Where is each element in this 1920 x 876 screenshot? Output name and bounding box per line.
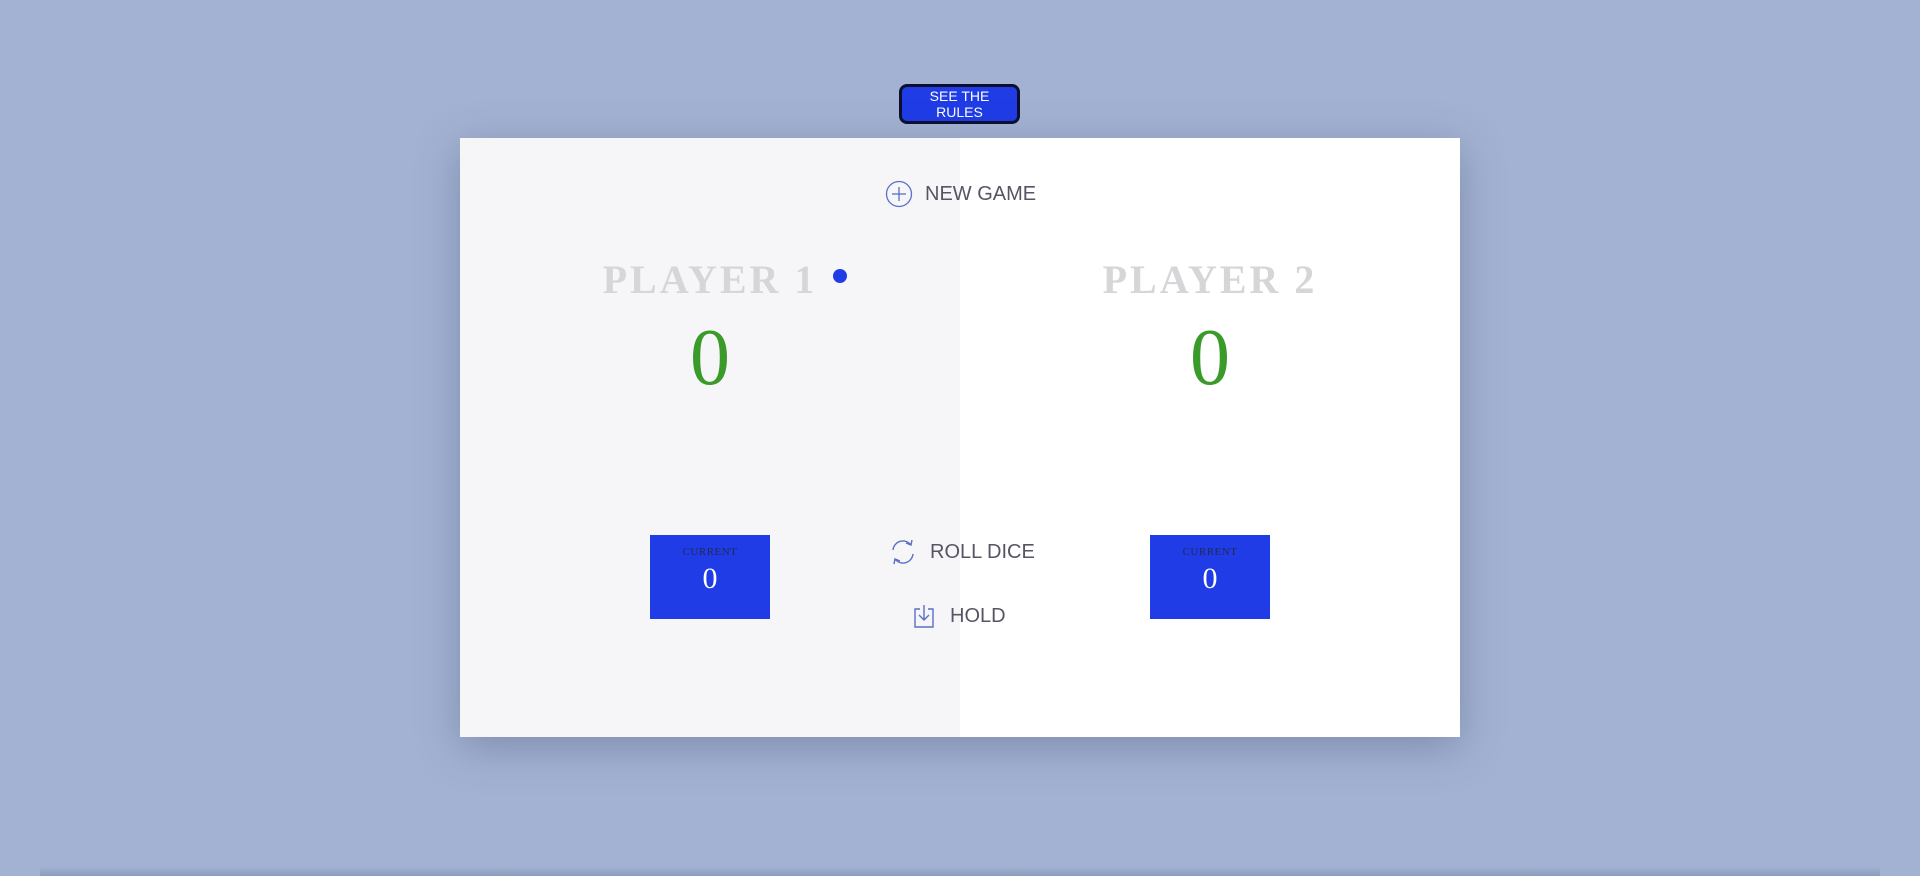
player-2-current-box: CURRENT 0 [1150,535,1270,619]
new-game-label: NEW GAME [925,182,1037,205]
game-board: PLAYER 1 0 CURRENT 0 PLAYER 2 0 CURRENT … [460,138,1460,737]
new-game-button[interactable]: NEW GAME [885,180,1036,208]
roll-dice-label: ROLL DICE [930,540,1035,563]
see-rules-button[interactable]: SEE THE RULES [899,84,1020,124]
player-1-current-box: CURRENT 0 [650,535,770,619]
player-1-current-value: 0 [702,562,718,595]
download-icon [912,603,936,629]
player-2-name: PLAYER 2 [1102,257,1318,302]
refresh-icon [888,537,918,567]
plus-circle-icon [885,180,913,208]
player-1-current-label: CURRENT [682,546,738,558]
roll-dice-button[interactable]: ROLL DICE [888,537,1035,567]
page-bottom-edge [40,866,1880,876]
player-2-score: 0 [1190,314,1230,402]
player-2-current-label: CURRENT [1182,546,1238,558]
hold-button[interactable]: HOLD [912,603,1006,629]
player-1-score: 0 [690,314,730,402]
hold-label: HOLD [950,604,1006,627]
active-player-indicator [833,269,847,283]
player-2-current-value: 0 [1202,562,1218,595]
player-1-panel: PLAYER 1 0 CURRENT 0 [460,138,960,737]
player-1-name: PLAYER 1 [602,257,818,302]
player-2-panel: PLAYER 2 0 CURRENT 0 [960,138,1460,737]
